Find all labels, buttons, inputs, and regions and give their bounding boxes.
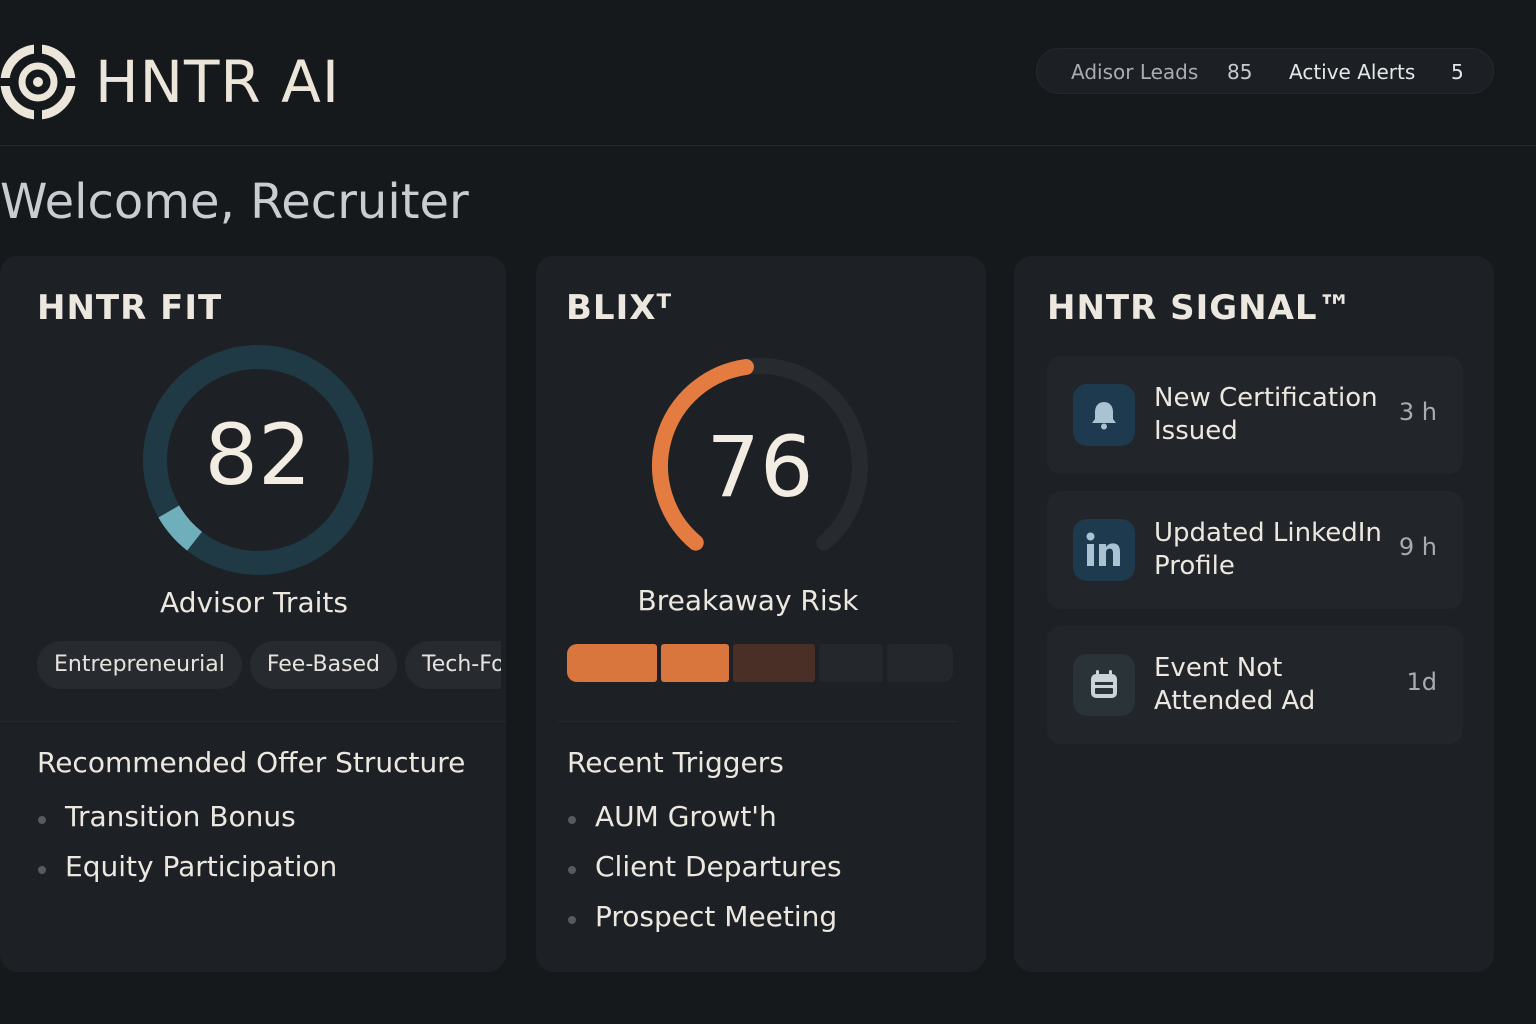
advisor-leads-count: 85	[1227, 60, 1253, 84]
brand-name: HNTR AI	[95, 48, 340, 116]
list-item: Equity Participation	[37, 850, 337, 900]
section-title: Recent Triggers	[567, 746, 784, 779]
risk-segment	[733, 644, 815, 682]
list-item-label: Client Departures	[595, 850, 842, 883]
signal-item[interactable]: New Certification Issued 3 h	[1047, 356, 1463, 474]
gauge-label: Breakaway Risk	[637, 584, 859, 617]
trait-chip[interactable]: Fee-Based	[249, 641, 398, 689]
target-logo-icon	[0, 42, 78, 122]
risk-segment	[887, 644, 953, 682]
signal-text: New Certification Issued	[1154, 383, 1378, 446]
hntr-signal-card: HNTR SIGNAL™ New Certification Issued 3 …	[1014, 256, 1494, 972]
risk-level-bar	[567, 644, 953, 684]
advisor-leads-label: Adisor Leads	[1071, 60, 1199, 84]
hntr-fit-card: HNTR FIT 82 Advisor Traits Entrepreneuri…	[0, 256, 506, 972]
card-title: HNTR SIGNAL™	[1047, 288, 1353, 328]
trait-chip[interactable]: Entrepreneurial	[37, 641, 242, 689]
bullet-icon	[568, 816, 576, 824]
signal-time: 3 h	[1398, 398, 1437, 426]
dashboard: HNTR AI Adisor Leads 85 Active Alerts 5 …	[0, 0, 1536, 1024]
bell-glyph	[1092, 402, 1116, 430]
linkedin-glyph	[1086, 532, 1120, 566]
card-title: BLIXᵀ	[566, 288, 673, 328]
list-item-label: Equity Participation	[65, 850, 338, 883]
blix-card: BLIXᵀ 76 Breakaway Risk Recent Triggers …	[536, 256, 986, 972]
blix-score: 76	[706, 418, 814, 516]
list-item: Transition Bonus	[37, 800, 337, 850]
signal-item[interactable]: Event Not Attended Ad 1d	[1047, 626, 1463, 744]
bullet-icon	[568, 866, 576, 874]
signal-text: Event Not Attended Ad	[1154, 653, 1316, 716]
page-title: Welcome, Recruiter	[0, 174, 469, 230]
list-item-label: Prospect Meeting	[595, 900, 838, 933]
bullet-icon	[38, 816, 46, 824]
risk-segment	[819, 644, 883, 682]
list-item: Client Departures	[567, 850, 842, 900]
risk-segment	[567, 644, 657, 682]
list-item-label: AUM Growt'h	[595, 800, 777, 833]
list-item-label: Transition Bonus	[65, 800, 296, 833]
trigger-list: AUM Growt'h Client Departures Prospect M…	[567, 800, 842, 950]
signal-item[interactable]: Updated LinkedIn Profile 9 h	[1047, 491, 1463, 609]
bullet-icon	[568, 916, 576, 924]
list-item: AUM Growt'h	[567, 800, 842, 850]
stats-summary: Adisor Leads 85 Active Alerts 5	[1036, 48, 1494, 94]
active-alerts-label[interactable]: Active Alerts	[1289, 60, 1415, 84]
calendar-glyph	[1091, 670, 1117, 698]
bullet-icon	[38, 866, 46, 874]
signal-time: 9 h	[1398, 533, 1437, 561]
linkedin-icon	[1073, 519, 1135, 581]
gauge-value-arc	[158, 505, 203, 551]
header-divider	[0, 145, 1536, 146]
gauge-label: Advisor Traits	[160, 586, 348, 619]
signal-time: 1d	[1406, 668, 1437, 696]
active-alerts-count[interactable]: 5	[1451, 60, 1464, 84]
divider	[558, 721, 958, 722]
trait-chip[interactable]: Tech-Fo	[405, 641, 501, 689]
trait-chips: Entrepreneurial Fee-Based Tech-Fo	[37, 641, 501, 691]
bell-icon	[1073, 384, 1135, 446]
fit-score: 82	[204, 406, 312, 504]
section-title: Recommended Offer Structure	[37, 746, 466, 779]
calendar-icon	[1073, 654, 1135, 716]
risk-segment	[661, 644, 729, 682]
signal-text: Updated LinkedIn Profile	[1154, 518, 1382, 581]
divider	[0, 721, 506, 722]
list-item: Prospect Meeting	[567, 900, 842, 950]
card-title: HNTR FIT	[37, 288, 223, 328]
offer-list: Transition Bonus Equity Participation	[37, 800, 337, 900]
